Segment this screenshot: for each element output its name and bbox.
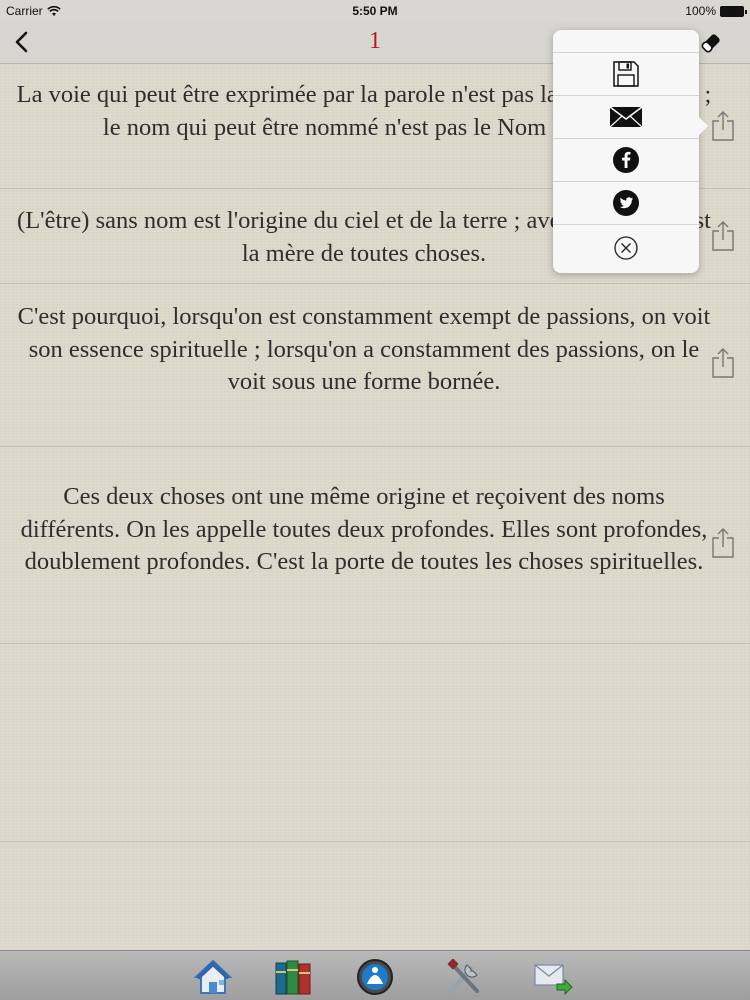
share-icon[interactable] — [710, 220, 736, 252]
facebook-icon — [613, 147, 639, 173]
mail-button[interactable] — [553, 96, 699, 139]
twitter-icon — [613, 190, 639, 216]
save-icon — [613, 61, 639, 87]
share-popover — [553, 30, 708, 273]
tab-bar — [0, 950, 750, 1000]
close-circle-icon — [614, 235, 638, 260]
status-time: 5:50 PM — [352, 4, 398, 18]
empty-row — [0, 644, 750, 842]
share-icon[interactable] — [710, 110, 736, 142]
mail-icon — [609, 106, 643, 128]
share-icon[interactable] — [710, 527, 736, 559]
verse-item: Ces deux choses ont une même origine et … — [0, 447, 750, 644]
share-icon[interactable] — [710, 347, 736, 379]
eraser-button[interactable] — [696, 28, 726, 58]
twitter-button[interactable] — [553, 182, 699, 225]
home-icon[interactable] — [193, 957, 233, 997]
tools-icon[interactable] — [445, 957, 485, 997]
verse-text: C'est pourquoi, lorsqu'on est constammen… — [17, 303, 711, 395]
facebook-button[interactable] — [553, 139, 699, 182]
verse-text: Ces deux choses ont une même origine et … — [20, 483, 708, 575]
books-icon[interactable] — [273, 957, 313, 997]
battery-icon — [720, 5, 747, 17]
status-bar: Carrier 5:50 PM 100% — [0, 0, 750, 22]
status-right: 100% — [685, 4, 747, 18]
battery-percent: 100% — [685, 4, 716, 18]
mail-send-icon[interactable] — [533, 957, 573, 997]
verse-item: C'est pourquoi, lorsqu'on est constammen… — [0, 284, 750, 447]
meditation-icon[interactable] — [355, 957, 395, 997]
close-button[interactable] — [553, 225, 699, 270]
eraser-icon — [701, 34, 720, 53]
save-button[interactable] — [553, 53, 699, 96]
popover-arrow — [698, 116, 708, 136]
popover-header — [553, 30, 699, 53]
